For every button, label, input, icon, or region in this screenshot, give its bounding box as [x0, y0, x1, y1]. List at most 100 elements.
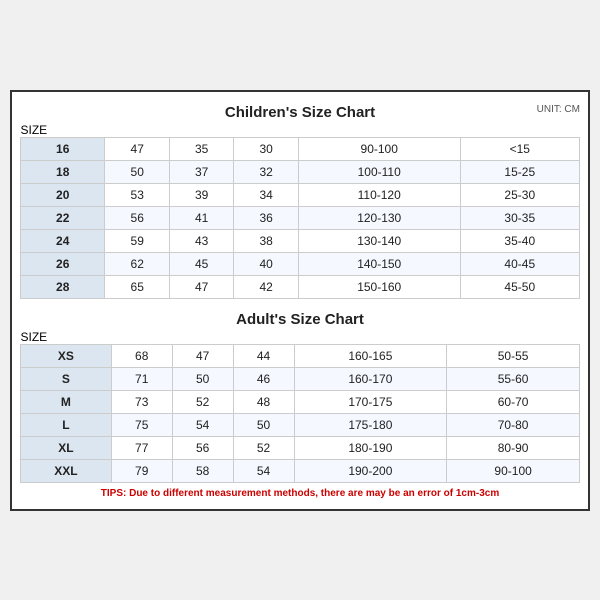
children-data-cell: 65: [105, 275, 169, 298]
children-data-cell: 59: [105, 229, 169, 252]
children-data-cell: 90-100: [298, 137, 460, 160]
adult-data-cell: 73: [111, 390, 172, 413]
children-data-cell: 150-160: [298, 275, 460, 298]
adult-data-cell: 90-100: [447, 459, 580, 482]
children-table-row: 28654742150-16045-50: [21, 275, 580, 298]
adult-data-cell: 190-200: [294, 459, 447, 482]
children-data-cell: 43: [169, 229, 233, 252]
children-data-cell: 62: [105, 252, 169, 275]
children-table-row: 24594338130-14035-40: [21, 229, 580, 252]
adult-data-cell: 77: [111, 436, 172, 459]
children-data-cell: 30-35: [460, 206, 579, 229]
children-unit-label: UNIT: CM: [537, 104, 580, 115]
children-data-cell: 45: [169, 252, 233, 275]
children-data-cell: 100-110: [298, 160, 460, 183]
children-data-cell: 45-50: [460, 275, 579, 298]
adult-data-cell: 68: [111, 344, 172, 367]
adult-size-cell: XL: [21, 436, 112, 459]
children-data-cell: 39: [169, 183, 233, 206]
adult-data-cell: 50-55: [447, 344, 580, 367]
children-size-cell: 28: [21, 275, 105, 298]
children-data-cell: 110-120: [298, 183, 460, 206]
children-data-cell: 37: [169, 160, 233, 183]
adult-header-row: SIZE: [21, 330, 580, 345]
tips-text: TIPS: Due to different measurement metho…: [20, 483, 580, 501]
tips-label: TIPS:: [101, 488, 127, 499]
adult-data-cell: 47: [172, 344, 233, 367]
children-data-cell: 120-130: [298, 206, 460, 229]
children-data-cell: 35-40: [460, 229, 579, 252]
adult-size-cell: S: [21, 367, 112, 390]
adult-size-cell: L: [21, 413, 112, 436]
adult-table-row: XS684744160-16550-55: [21, 344, 580, 367]
children-data-cell: 25-30: [460, 183, 579, 206]
children-data-cell: 30: [234, 137, 298, 160]
adult-data-cell: 54: [172, 413, 233, 436]
children-size-cell: 18: [21, 160, 105, 183]
adult-data-cell: 52: [233, 436, 294, 459]
children-table-row: 18503732100-11015-25: [21, 160, 580, 183]
adult-section-title: Adult's Size Chart: [20, 307, 580, 330]
adult-data-cell: 175-180: [294, 413, 447, 436]
children-data-cell: 38: [234, 229, 298, 252]
adult-data-cell: 52: [172, 390, 233, 413]
adult-data-cell: 70-80: [447, 413, 580, 436]
children-section-title: Children's Size Chart UNIT: CM: [20, 100, 580, 123]
adult-size-cell: M: [21, 390, 112, 413]
children-data-cell: 41: [169, 206, 233, 229]
adult-data-cell: 79: [111, 459, 172, 482]
adult-data-cell: 50: [172, 367, 233, 390]
adult-table-row: M735248170-17560-70: [21, 390, 580, 413]
adult-table-row: XXL795854190-20090-100: [21, 459, 580, 482]
children-data-cell: 47: [105, 137, 169, 160]
adult-data-cell: 75: [111, 413, 172, 436]
children-table-row: 22564136120-13030-35: [21, 206, 580, 229]
adult-data-cell: 56: [172, 436, 233, 459]
children-header-row: SIZE: [21, 123, 580, 138]
adult-data-cell: 170-175: [294, 390, 447, 413]
tips-content: Due to different measurement methods, th…: [126, 488, 499, 499]
adult-table-row: S715046160-17055-60: [21, 367, 580, 390]
children-data-cell: 32: [234, 160, 298, 183]
adult-data-cell: 44: [233, 344, 294, 367]
adult-data-cell: 46: [233, 367, 294, 390]
children-size-cell: 20: [21, 183, 105, 206]
children-data-cell: 40: [234, 252, 298, 275]
adult-data-cell: 80-90: [447, 436, 580, 459]
children-table-row: 26624540140-15040-45: [21, 252, 580, 275]
children-size-cell: 22: [21, 206, 105, 229]
adult-data-cell: 160-170: [294, 367, 447, 390]
children-data-cell: 15-25: [460, 160, 579, 183]
adult-data-cell: 71: [111, 367, 172, 390]
children-data-cell: 35: [169, 137, 233, 160]
adult-data-cell: 180-190: [294, 436, 447, 459]
adult-data-cell: 60-70: [447, 390, 580, 413]
adult-table-row: XL775652180-19080-90: [21, 436, 580, 459]
children-data-cell: <15: [460, 137, 579, 160]
chart-container: Children's Size Chart UNIT: CM SIZE 1647…: [10, 90, 590, 511]
children-data-cell: 140-150: [298, 252, 460, 275]
adult-data-cell: 55-60: [447, 367, 580, 390]
adult-size-table: SIZE XS684744160-16550-55S715046160-1705…: [20, 330, 580, 483]
children-data-cell: 34: [234, 183, 298, 206]
adult-title-text: Adult's Size Chart: [236, 311, 364, 328]
adult-data-cell: 50: [233, 413, 294, 436]
children-data-cell: 40-45: [460, 252, 579, 275]
children-table-row: 1647353090-100<15: [21, 137, 580, 160]
children-size-cell: 16: [21, 137, 105, 160]
children-data-cell: 56: [105, 206, 169, 229]
adult-data-cell: 160-165: [294, 344, 447, 367]
children-size-cell: 26: [21, 252, 105, 275]
children-title-text: Children's Size Chart: [225, 104, 375, 121]
children-data-cell: 130-140: [298, 229, 460, 252]
children-data-cell: 53: [105, 183, 169, 206]
children-data-cell: 50: [105, 160, 169, 183]
children-data-cell: 47: [169, 275, 233, 298]
children-table-row: 20533934110-12025-30: [21, 183, 580, 206]
adult-data-cell: 58: [172, 459, 233, 482]
adult-table-row: L755450175-18070-80: [21, 413, 580, 436]
adult-size-cell: XS: [21, 344, 112, 367]
adult-data-cell: 48: [233, 390, 294, 413]
adult-data-cell: 54: [233, 459, 294, 482]
adult-size-cell: XXL: [21, 459, 112, 482]
